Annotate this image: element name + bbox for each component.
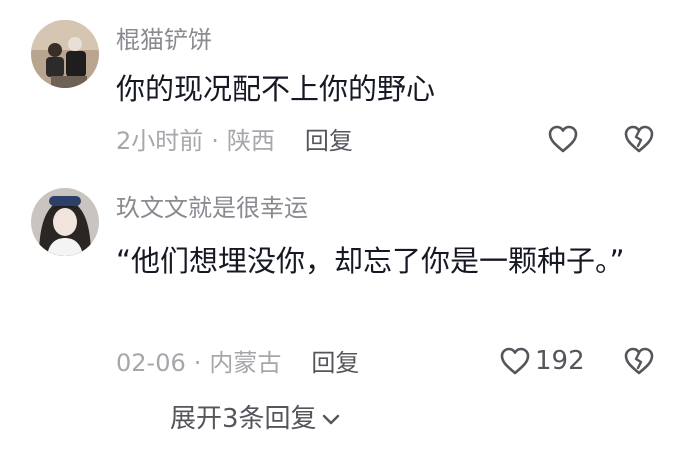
comment-time: 2小时前: [116, 127, 204, 155]
comment-item: 棍猫铲饼 你的现况配不上你的野心 2小时前 · 陕西 回复: [0, 0, 690, 170]
comment-text: “他们想埋没你，却忘了你是一颗种子。”: [116, 244, 625, 278]
reply-button[interactable]: 回复: [311, 349, 359, 377]
dislike-button[interactable]: [623, 346, 655, 380]
separator-dot: ·: [193, 349, 202, 377]
expand-replies-label: 展开3条回复: [170, 404, 317, 434]
expand-replies-button[interactable]: 展开3条回复: [170, 402, 341, 436]
avatar[interactable]: [31, 188, 99, 256]
username[interactable]: 玖文文就是很幸运: [116, 193, 308, 223]
comment-meta: 2小时前 · 陕西 回复: [116, 126, 353, 156]
dislike-button[interactable]: [623, 124, 655, 158]
comment-location: 陕西: [226, 127, 275, 155]
comment-text: 你的现况配不上你的野心: [116, 72, 436, 106]
broken-heart-icon: [624, 347, 654, 375]
heart-icon: [500, 347, 530, 375]
comment-time: 02-06: [116, 349, 186, 377]
like-count: 192: [535, 346, 585, 376]
reply-button[interactable]: 回复: [305, 127, 353, 155]
chevron-down-icon: [322, 414, 339, 425]
like-button[interactable]: [547, 124, 579, 154]
avatar[interactable]: [31, 20, 99, 88]
separator-dot: ·: [211, 127, 219, 155]
heart-icon: [548, 125, 578, 153]
comment-meta: 02-06 · 内蒙古 回复: [116, 348, 359, 378]
like-button[interactable]: 192: [499, 346, 585, 376]
broken-heart-icon: [624, 125, 654, 153]
comment-item: 玖文文就是很幸运 “他们想埋没你，却忘了你是一颗种子。” 02-06 · 内蒙古 回复…: [0, 170, 690, 400]
comment-location: 内蒙古: [209, 349, 282, 377]
username[interactable]: 棍猫铲饼: [116, 25, 212, 55]
